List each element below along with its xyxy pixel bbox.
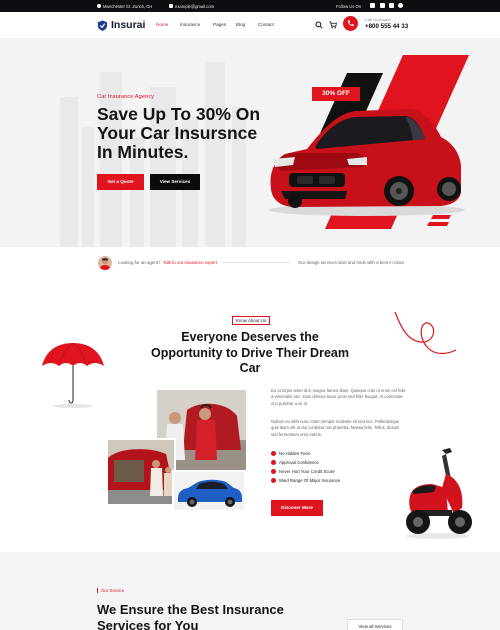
facebook-icon[interactable] (370, 3, 375, 8)
services-tag: Our Service (97, 588, 124, 593)
nav-contact[interactable]: Contact (258, 22, 274, 27)
checklist-item: Wied Range Of Major Insurance (271, 478, 340, 483)
address-text: Manchester St. Zurich, CH (103, 3, 153, 9)
checklist-item: Never Hurt Your Credit Score (271, 469, 335, 474)
phone-button[interactable] (343, 16, 358, 31)
search-icon[interactable] (315, 21, 323, 29)
pinterest-icon[interactable] (398, 3, 403, 8)
services-title: We Ensure the Best Insurance Services fo… (97, 602, 284, 630)
discover-more-button[interactable]: Discover More (271, 500, 323, 516)
about-title: Everyone Deserves the Opportunity to Dri… (151, 330, 349, 375)
about-paragraph-1: Eu ut turpis amet id in magna fames diam… (271, 388, 406, 406)
instagram-icon[interactable] (389, 3, 394, 8)
hero-tag: Car Insurance Agency (97, 94, 155, 100)
about-paragraph-2: Nullam eu nibh nunc etiam tempor molesti… (271, 419, 400, 437)
location-icon (97, 4, 101, 8)
logo-text: Insurai (111, 19, 146, 31)
nav-blog[interactable]: Blog (236, 22, 245, 27)
discount-badge: 30% OFF (312, 87, 360, 101)
view-services-button[interactable]: View Services (150, 174, 200, 190)
about-badge: Know About Us (232, 316, 271, 325)
check-icon (271, 478, 276, 483)
check-icon (271, 451, 276, 456)
agent-avatar (98, 256, 112, 270)
strip-right-text: Our design services start and ends with … (298, 260, 404, 265)
check-icon (271, 460, 276, 465)
nav-pages[interactable]: Pages (213, 22, 226, 27)
talk-expert-link[interactable]: Talk to our insurance expert (163, 260, 217, 265)
checklist-item: No Hidden Fees (271, 451, 310, 456)
red-scooter-illustration (406, 448, 472, 539)
nav-home[interactable]: Home (156, 22, 168, 27)
info-strip: Looking for an agent? Talk to our insura… (0, 247, 500, 284)
checklist-item: Approval Confidence (271, 460, 319, 465)
about-section: Know About Us Everyone Deserves the Oppo… (0, 284, 500, 552)
check-icon (271, 469, 276, 474)
hero-section: Car Insurance Agency Save Up To 30% On Y… (0, 39, 500, 247)
cart-icon[interactable] (329, 21, 337, 29)
follow-label: Follow Us On (336, 3, 362, 9)
call-label: Call Us Expert (365, 17, 391, 22)
nav-insurance[interactable]: Insurance (180, 22, 200, 27)
shield-logo-icon (97, 19, 108, 31)
squiggle-decoration (394, 311, 457, 355)
get-quote-button[interactable]: Get a Quote (97, 174, 144, 190)
services-section: Our Service We Ensure the Best Insurance… (0, 552, 500, 630)
email-item[interactable]: example@gmail.com (169, 4, 214, 9)
address-item: Manchester St. Zurich, CH (97, 4, 152, 9)
hero-title: Save Up To 30% On Your Car Insursnce In … (97, 104, 261, 162)
family-trunk-photo (106, 438, 176, 506)
site-header: Insurai Home Insurance Pages Blog Contac… (0, 12, 500, 39)
top-bar: Manchester St. Zurich, CH example@gmail.… (0, 0, 500, 12)
blue-car-photo (172, 470, 246, 512)
view-all-services-button[interactable]: View all Services (347, 619, 403, 630)
logo[interactable]: Insurai (97, 19, 145, 31)
twitter-icon[interactable] (380, 3, 385, 8)
hero-car-graphic (269, 55, 469, 229)
phone-icon (347, 20, 354, 27)
divider-line (222, 262, 290, 263)
umbrella-illustration (42, 342, 104, 408)
agent-question: Looking for an agent? (118, 260, 161, 265)
mail-icon (169, 4, 173, 8)
call-number[interactable]: +800 555 44 33 (365, 23, 408, 30)
email-text[interactable]: example@gmail.com (175, 4, 214, 9)
